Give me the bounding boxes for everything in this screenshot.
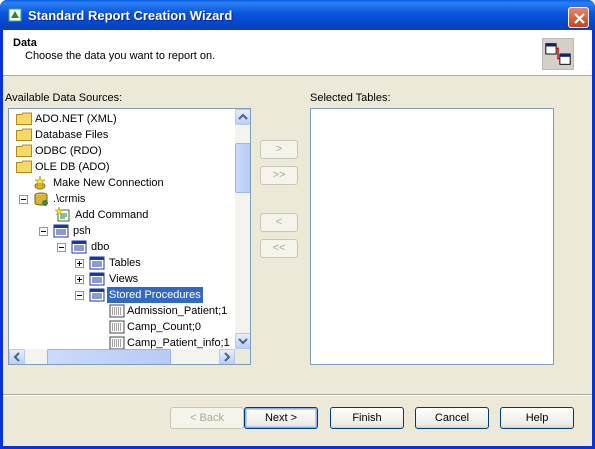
next-button[interactable]: Next > xyxy=(244,407,318,429)
wizard-header: Data Choose the data you want to report … xyxy=(3,30,592,76)
database-icon xyxy=(71,240,87,254)
expand-icon[interactable] xyxy=(75,259,84,268)
collapse-icon[interactable] xyxy=(39,227,48,236)
close-button[interactable] xyxy=(568,7,589,28)
scrollbar-corner xyxy=(235,349,250,364)
title-bar[interactable]: Standard Report Creation Wizard xyxy=(0,0,595,30)
back-button[interactable]: < Back xyxy=(170,407,244,429)
table-group-icon xyxy=(89,272,105,286)
cancel-button[interactable]: Cancel xyxy=(415,407,489,429)
chevron-left-icon xyxy=(13,352,20,362)
chevron-down-icon xyxy=(238,338,248,345)
chevron-right-icon xyxy=(224,352,231,362)
page-subtitle: Choose the data you want to report on. xyxy=(25,50,216,62)
selected-tables-list[interactable] xyxy=(310,108,554,365)
scroll-down-button[interactable] xyxy=(235,333,250,349)
collapse-icon[interactable] xyxy=(57,243,66,252)
scroll-right-button[interactable] xyxy=(219,349,235,364)
vertical-scrollbar[interactable] xyxy=(235,109,250,349)
page-title: Data xyxy=(13,37,37,49)
collapse-icon[interactable] xyxy=(19,195,28,204)
database-server-icon xyxy=(34,192,48,206)
footer-divider xyxy=(3,394,592,396)
data-source-tree[interactable]: ADO.NET (XML) Database Files ODBC (RDO) … xyxy=(8,108,251,365)
close-icon xyxy=(574,13,585,24)
data-linking-icon xyxy=(542,38,574,70)
help-button[interactable]: Help xyxy=(500,407,574,429)
table-group-icon xyxy=(89,256,105,270)
remove-all-tables-button[interactable]: << xyxy=(260,239,298,258)
database-icon xyxy=(53,224,69,238)
selected-tables-label: Selected Tables: xyxy=(310,92,391,104)
horizontal-scrollbar[interactable] xyxy=(9,349,235,364)
collapse-icon[interactable] xyxy=(75,291,84,300)
dialog-client: Data Choose the data you want to report … xyxy=(3,30,592,446)
folder-icon xyxy=(16,160,32,173)
chevron-up-icon xyxy=(238,113,248,120)
add-table-button[interactable]: > xyxy=(260,140,298,159)
vertical-scroll-thumb[interactable] xyxy=(235,143,250,193)
new-connection-icon xyxy=(34,175,46,190)
table-group-icon xyxy=(89,288,105,302)
add-all-tables-button[interactable]: >> xyxy=(260,166,298,185)
available-data-sources-label: Available Data Sources: xyxy=(5,92,123,104)
finish-button[interactable]: Finish xyxy=(330,407,404,429)
crystal-reports-icon xyxy=(8,8,22,22)
folder-icon xyxy=(16,112,32,125)
stored-procedure-icon xyxy=(109,304,125,318)
wizard-window: Standard Report Creation Wizard Data Cho… xyxy=(0,0,595,449)
horizontal-scroll-thumb[interactable] xyxy=(47,349,171,364)
folder-icon xyxy=(16,128,32,141)
expand-icon[interactable] xyxy=(75,275,84,284)
remove-table-button[interactable]: < xyxy=(260,213,298,232)
scroll-up-button[interactable] xyxy=(235,109,250,125)
window-title: Standard Report Creation Wizard xyxy=(28,8,233,23)
folder-icon xyxy=(16,144,32,157)
scroll-left-button[interactable] xyxy=(9,349,25,364)
add-command-icon xyxy=(55,207,70,222)
stored-procedure-icon xyxy=(109,320,125,334)
